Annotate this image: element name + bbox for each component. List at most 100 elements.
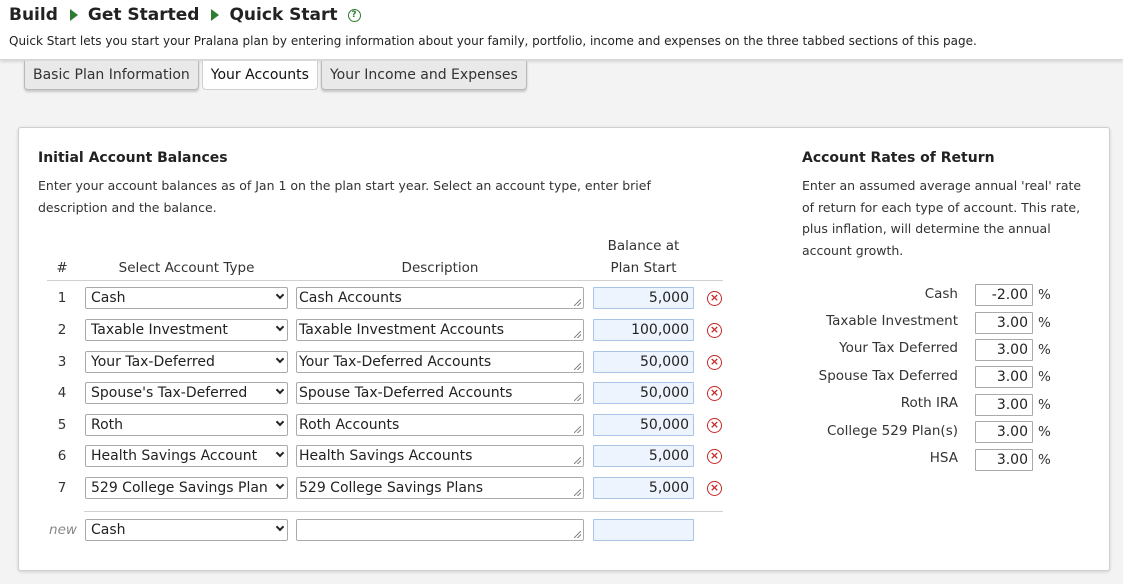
rates-title: Account Rates of Return	[802, 150, 995, 166]
new-row-label: new	[49, 522, 77, 538]
account-type-select[interactable]: Health Savings Account	[85, 445, 288, 467]
percent-sign: %	[1038, 424, 1051, 440]
balances-description: Enter your account balances as of Jan 1 …	[38, 178, 651, 215]
new-row-divider	[84, 511, 723, 512]
row-number: 6	[57, 448, 67, 464]
description-input[interactable]: 529 College Savings Plans	[296, 477, 584, 499]
description-input[interactable]: Taxable Investment Accounts	[296, 319, 584, 341]
balance-input[interactable]: 50,000	[593, 414, 694, 436]
breadcrumb-quick-start: Quick Start	[229, 5, 338, 25]
balance-input[interactable]: 5,000	[593, 445, 694, 467]
remove-row-icon[interactable]: ×	[707, 418, 722, 433]
account-type-select[interactable]: Your Tax-Deferred	[85, 351, 288, 373]
percent-sign: %	[1038, 287, 1051, 303]
remove-row-icon[interactable]: ×	[707, 323, 722, 338]
remove-row-icon[interactable]: ×	[707, 449, 722, 464]
account-type-select[interactable]: Taxable Investment	[85, 319, 288, 341]
percent-sign: %	[1038, 452, 1051, 468]
rate-label-your-tax-deferred: Your Tax Deferred	[839, 340, 958, 356]
breadcrumb-arrow-icon	[69, 9, 78, 21]
description-input[interactable]: Spouse Tax-Deferred Accounts	[296, 382, 584, 404]
rate-label-cash: Cash	[924, 286, 958, 302]
balance-input[interactable]: 5,000	[593, 287, 694, 309]
rate-input-taxable[interactable]: 3.00	[975, 312, 1033, 334]
page-header: Build Get Started Quick Start ? Quick St…	[0, 0, 1123, 60]
remove-row-icon[interactable]: ×	[707, 355, 722, 370]
resize-grip-icon[interactable]	[574, 331, 581, 338]
col-balance-header-line1: Balance at	[607, 238, 680, 254]
balance-input[interactable]: 50,000	[593, 351, 694, 373]
page-subtitle: Quick Start lets you start your Pralana …	[9, 34, 977, 48]
breadcrumb-build[interactable]: Build	[9, 5, 58, 25]
help-icon[interactable]: ?	[347, 8, 361, 22]
rate-input-cash[interactable]: -2.00	[975, 284, 1033, 306]
description-input[interactable]: Roth Accounts	[296, 414, 584, 436]
new-description-input[interactable]	[296, 519, 584, 541]
col-description-header: Description	[401, 260, 479, 276]
account-type-select[interactable]: 529 College Savings Plan	[85, 477, 288, 499]
rate-input-college-529[interactable]: 3.00	[975, 421, 1033, 443]
row-number: 5	[57, 417, 67, 433]
balance-input[interactable]: 5,000	[593, 477, 694, 499]
header-divider	[47, 280, 723, 281]
chevron-down-icon	[275, 322, 285, 332]
row-number: 2	[57, 322, 67, 338]
rate-label-taxable: Taxable Investment	[826, 313, 958, 329]
account-type-select[interactable]: Spouse's Tax-Deferred	[85, 382, 288, 404]
remove-row-icon[interactable]: ×	[707, 291, 722, 306]
rate-input-spouse-tax-deferred[interactable]: 3.00	[975, 366, 1033, 388]
balances-title: Initial Account Balances	[38, 150, 228, 166]
rate-label-college-529: College 529 Plan(s)	[826, 423, 958, 439]
balance-input[interactable]: 50,000	[593, 382, 694, 404]
chevron-down-icon	[275, 522, 285, 532]
new-balance-input[interactable]	[593, 519, 694, 541]
col-num-header: #	[56, 260, 68, 276]
chevron-down-icon	[275, 417, 285, 427]
row-number: 3	[57, 354, 67, 370]
row-number: 7	[57, 480, 67, 496]
row-number: 4	[57, 385, 67, 401]
rate-input-roth-ira[interactable]: 3.00	[975, 394, 1033, 416]
account-type-select[interactable]: Roth	[85, 414, 288, 436]
rates-description: Enter an assumed average annual 'real' r…	[802, 178, 1082, 258]
resize-grip-icon[interactable]	[574, 394, 581, 401]
description-input[interactable]: Cash Accounts	[296, 287, 584, 309]
resize-grip-icon[interactable]	[574, 299, 581, 306]
percent-sign: %	[1038, 315, 1051, 331]
chevron-down-icon	[275, 448, 285, 458]
rate-input-hsa[interactable]: 3.00	[975, 449, 1033, 471]
resize-grip-icon[interactable]	[574, 363, 581, 370]
resize-grip-icon[interactable]	[574, 457, 581, 464]
balance-input[interactable]: 100,000	[593, 319, 694, 341]
chevron-down-icon	[275, 480, 285, 490]
col-balance-header-line2: Plan Start	[610, 260, 677, 276]
rate-label-roth-ira: Roth IRA	[900, 395, 958, 411]
account-type-select[interactable]: Cash	[85, 287, 288, 309]
remove-row-icon[interactable]: ×	[707, 481, 722, 496]
chevron-down-icon	[275, 354, 285, 364]
description-input[interactable]: Your Tax-Deferred Accounts	[296, 351, 584, 373]
tab-your-accounts[interactable]: Your Accounts	[201, 61, 318, 90]
tab-basic-plan-information[interactable]: Basic Plan Information	[24, 61, 199, 90]
percent-sign: %	[1038, 397, 1051, 413]
rate-label-spouse-tax-deferred: Spouse Tax Deferred	[818, 368, 958, 384]
col-type-header: Select Account Type	[118, 260, 255, 276]
resize-grip-icon[interactable]	[574, 426, 581, 433]
breadcrumb-arrow-icon	[211, 9, 220, 21]
resize-grip-icon[interactable]	[574, 531, 581, 538]
rate-label-hsa: HSA	[929, 450, 958, 466]
tab-bar: Basic Plan Information Your Accounts You…	[24, 61, 530, 91]
remove-row-icon[interactable]: ×	[707, 386, 722, 401]
breadcrumb: Build Get Started Quick Start ?	[9, 5, 361, 25]
rate-input-your-tax-deferred[interactable]: 3.00	[975, 339, 1033, 361]
description-input[interactable]: Health Savings Accounts	[296, 445, 584, 467]
row-number: 1	[57, 290, 67, 306]
tab-your-income-and-expenses[interactable]: Your Income and Expenses	[320, 61, 527, 90]
percent-sign: %	[1038, 342, 1051, 358]
new-account-type-select[interactable]: Cash	[85, 519, 288, 541]
chevron-down-icon	[275, 290, 285, 300]
resize-grip-icon[interactable]	[574, 489, 581, 496]
accounts-panel: Initial Account Balances Enter your acco…	[18, 127, 1110, 571]
percent-sign: %	[1038, 369, 1051, 385]
breadcrumb-get-started[interactable]: Get Started	[88, 5, 200, 25]
